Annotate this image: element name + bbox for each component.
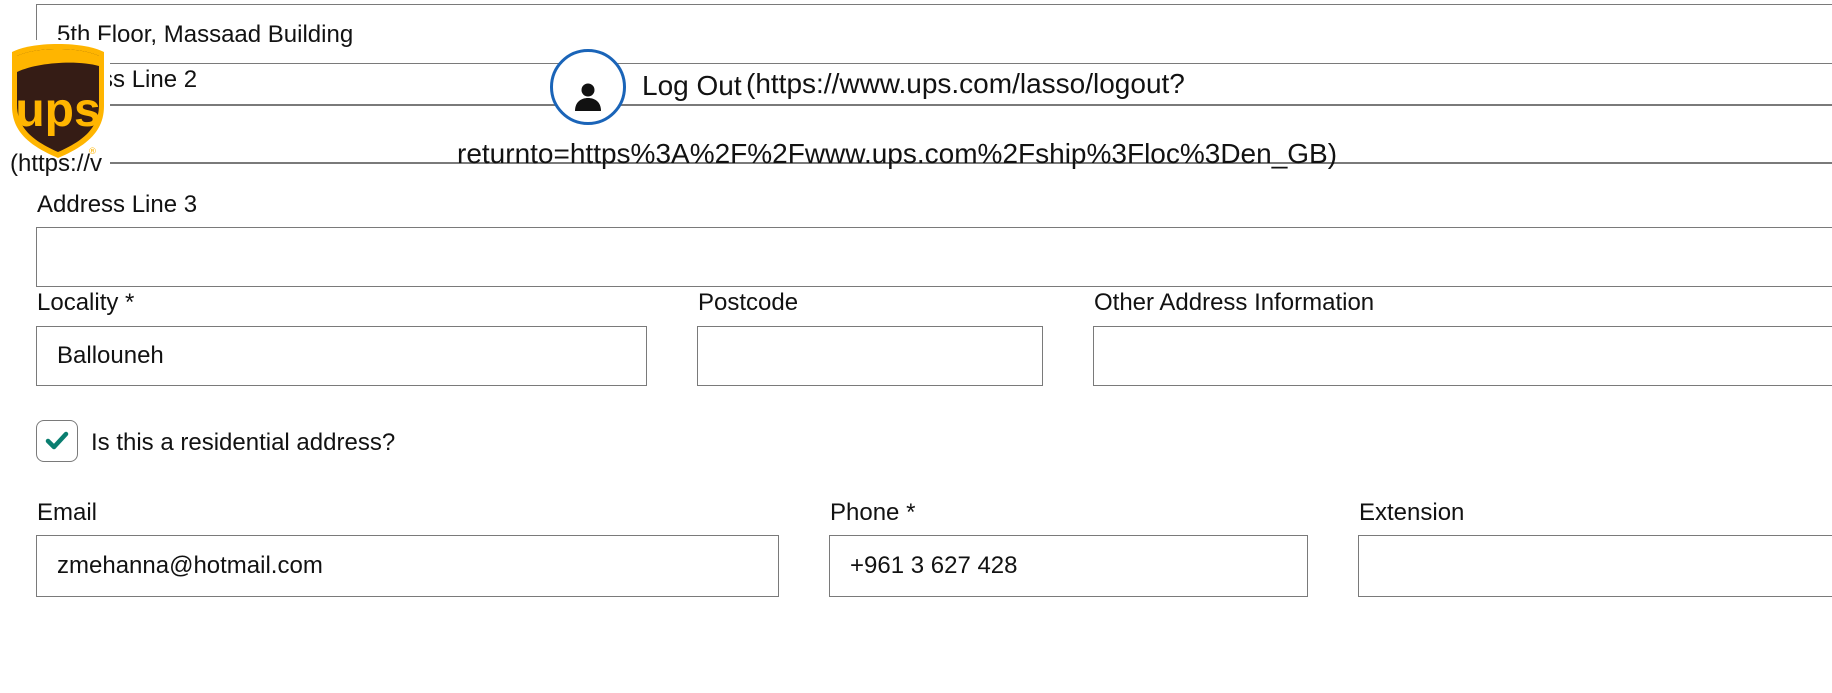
extension-label: Extension [1359,499,1465,526]
shipping-form-page: 5th Floor, Massaad Building Address Line… [0,0,1832,693]
phone-value: +961 3 627 428 [850,552,1018,579]
email-value: zmehanna@hotmail.com [57,552,323,579]
logout-url-part-1[interactable]: (https://www.ups.com/lasso/logout? [746,68,1185,100]
locality-input[interactable]: Ballouneh [36,326,647,386]
phone-input[interactable]: +961 3 627 428 [829,535,1308,597]
logout-url-part-2[interactable]: returnto=https%3A%2F%2Fwww.ups.com%2Fshi… [457,138,1337,170]
residential-checkbox[interactable] [36,420,78,462]
address-line-3-input[interactable] [36,227,1832,287]
checkmark-icon [45,431,69,450]
user-icon[interactable] [550,49,626,125]
email-label: Email [37,499,98,526]
extension-input[interactable] [1358,535,1832,597]
address-line-2-input-top-border [100,104,1832,106]
person-icon [575,83,601,111]
other-address-info-input[interactable] [1093,326,1832,386]
other-address-info-label: Other Address Information [1094,289,1375,316]
postcode-label: Postcode [698,289,799,316]
postcode-input[interactable] [697,326,1043,386]
locality-value: Ballouneh [57,342,164,369]
ups-logo-icon: ups ® [12,44,104,158]
address-line-3-label: Address Line 3 [37,191,198,218]
email-input[interactable]: zmehanna@hotmail.com [36,535,779,597]
svg-text:ups: ups [15,84,100,137]
ups-logo-link[interactable]: ups ® [8,42,108,160]
logout-link[interactable]: Log Out [642,70,742,102]
residential-label[interactable]: Is this a residential address? [91,429,395,457]
locality-label: Locality * [37,289,135,316]
address-line-1-input[interactable]: 5th Floor, Massaad Building [36,4,1832,64]
logo-link-text[interactable]: (https://v [10,150,106,178]
phone-label: Phone * [830,499,916,526]
